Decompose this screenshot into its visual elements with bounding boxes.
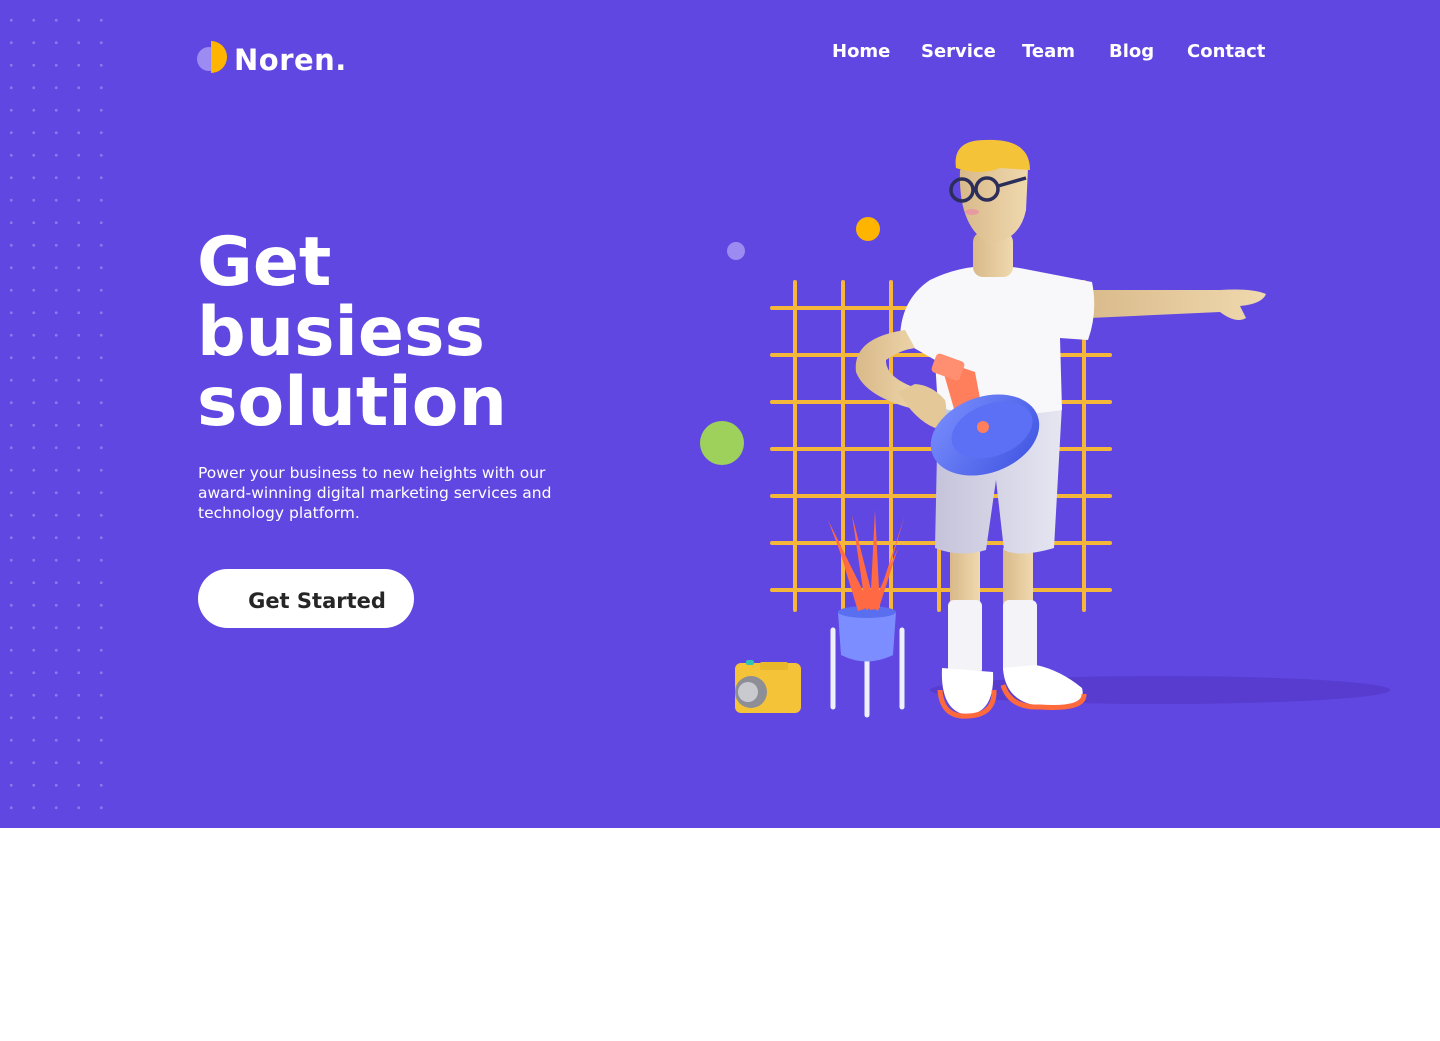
- camera-prop: [735, 660, 801, 713]
- man-figure: [855, 139, 1266, 719]
- dot-pattern: [0, 0, 115, 828]
- hero-subtext: Power your business to new heights with …: [198, 464, 552, 522]
- get-started-button[interactable]: Get Started: [198, 569, 414, 628]
- hero-illustration: [700, 139, 1390, 719]
- headline-line: Get: [197, 223, 332, 302]
- nav-blog[interactable]: Blog: [1109, 41, 1154, 62]
- nav-home[interactable]: Home: [832, 41, 890, 62]
- hero-section: Noren. Home Service Team Blog Contact Ge…: [0, 0, 1440, 828]
- lilac-dot: [727, 242, 745, 260]
- hero-headline: Get busiess solution: [197, 228, 617, 438]
- nav-contact[interactable]: Contact: [1187, 41, 1265, 62]
- green-dot: [700, 421, 744, 465]
- headline-line: busiess: [197, 293, 485, 372]
- floor-shadow: [930, 676, 1390, 704]
- nav-team[interactable]: Team: [1022, 41, 1075, 62]
- yellow-dot: [856, 217, 880, 241]
- headline-line: solution: [197, 363, 507, 442]
- plant-prop: [828, 510, 905, 718]
- main-nav: Home Service Team Blog Contact: [0, 41, 1440, 65]
- nav-service[interactable]: Service: [921, 41, 996, 62]
